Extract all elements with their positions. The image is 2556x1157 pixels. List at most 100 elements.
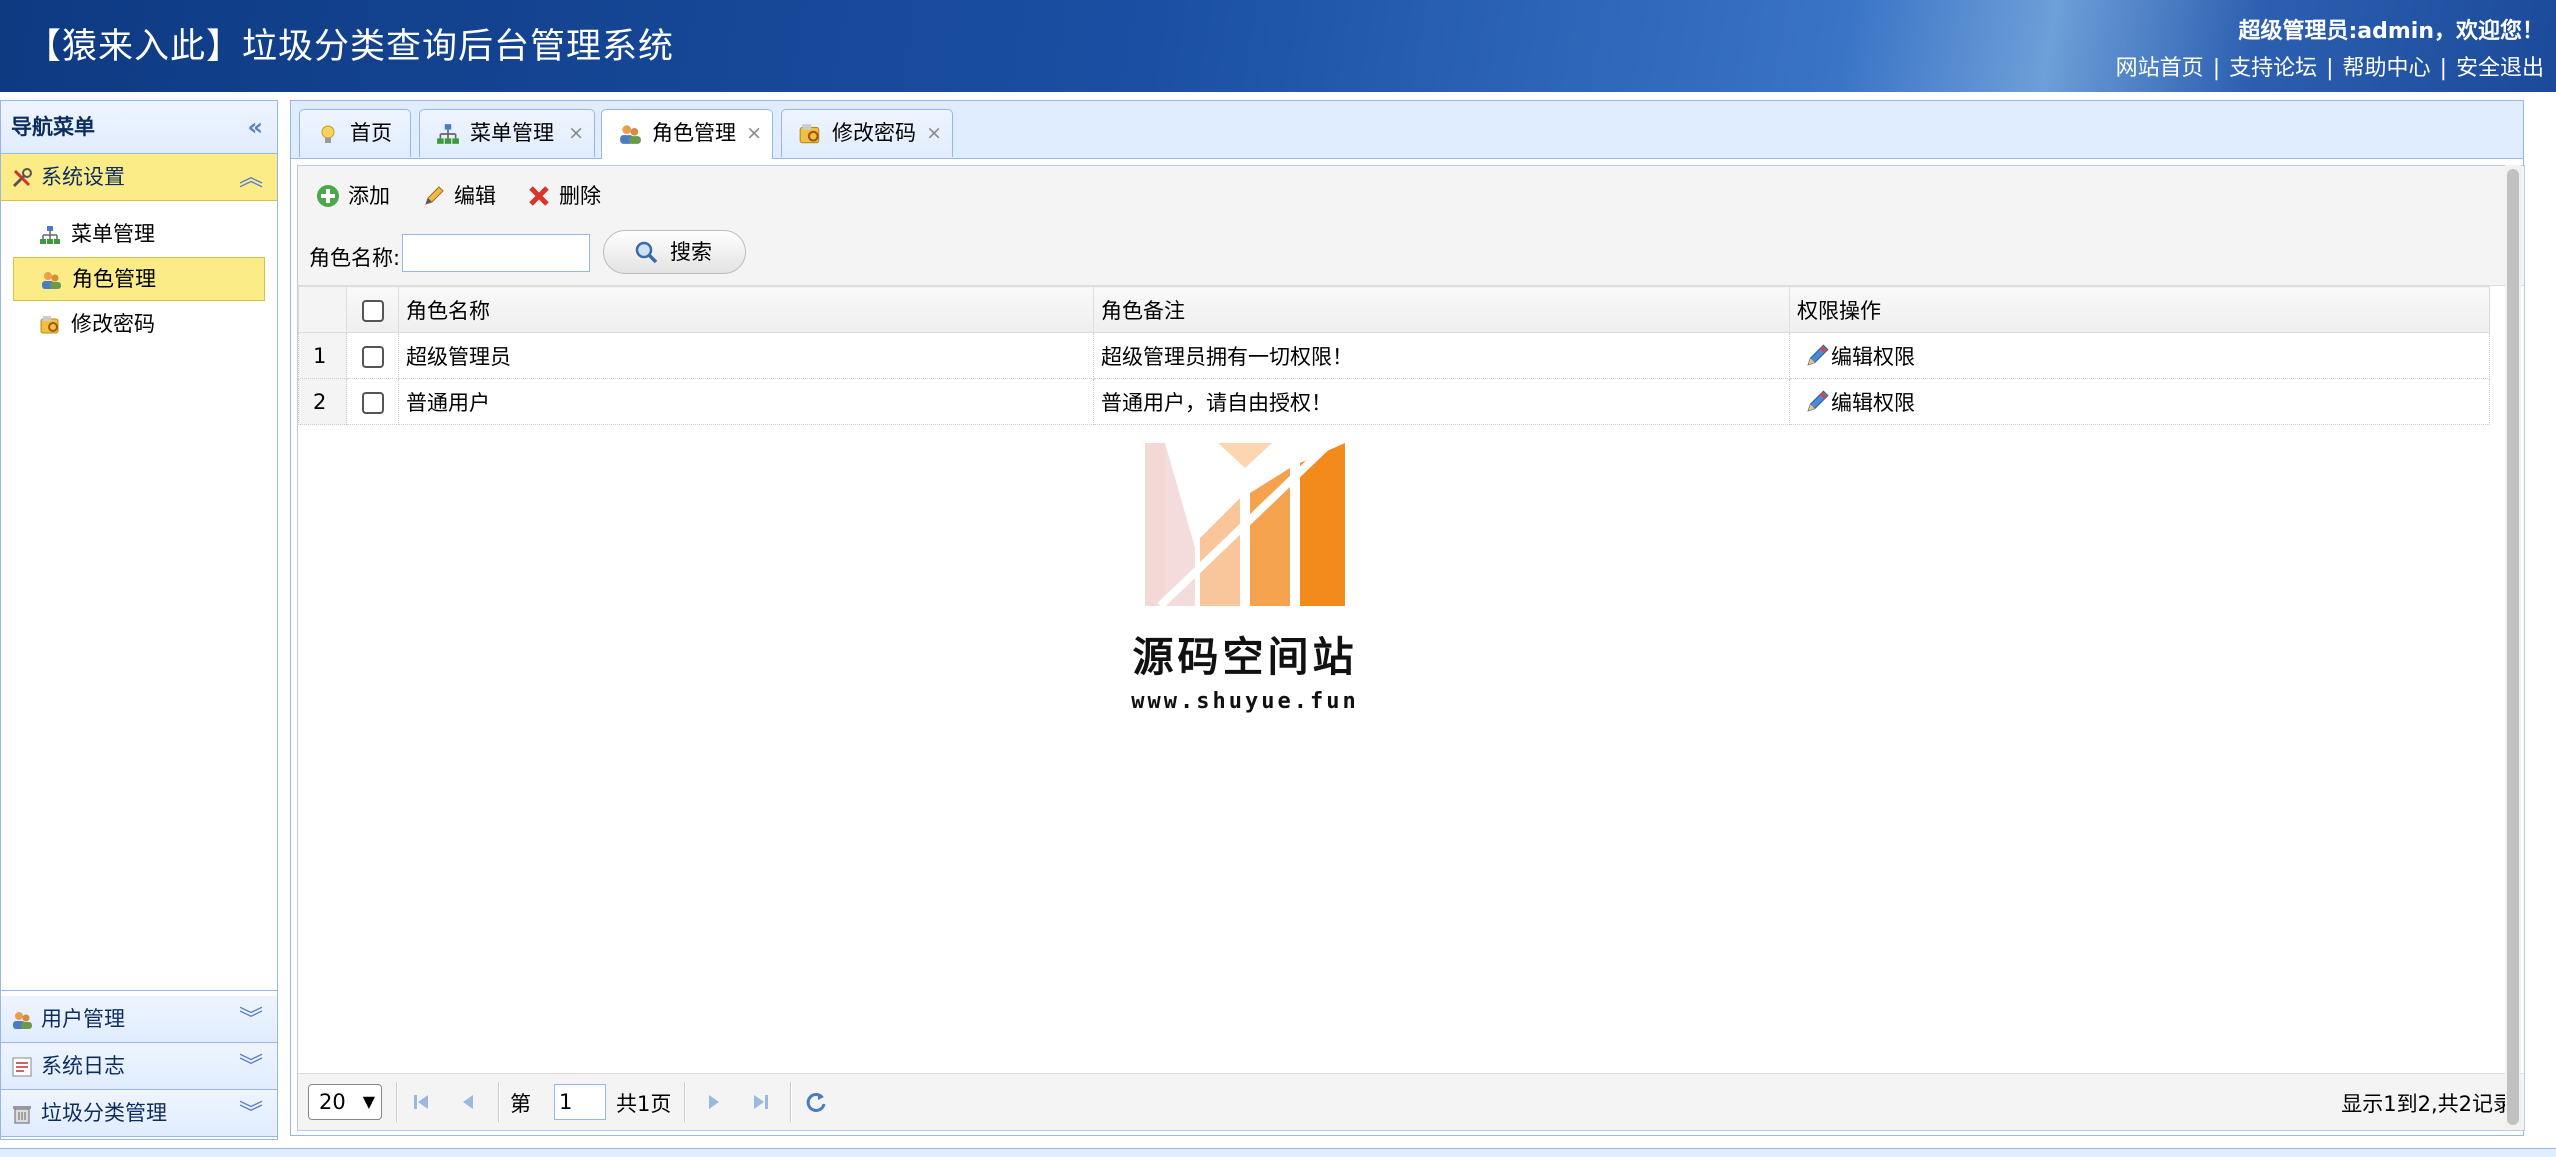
row-checkbox-cell <box>346 332 399 379</box>
page-size-value: 20 <box>319 1090 346 1114</box>
trash-icon <box>13 1106 31 1124</box>
watermark-title: 源码空间站 <box>1132 633 1358 681</box>
edit-permission-link[interactable]: 编辑权限 <box>1797 343 1915 369</box>
sitemap-icon <box>40 226 60 244</box>
select-all-cell <box>346 286 399 333</box>
lock-icon <box>40 316 59 334</box>
section-garbage-management[interactable]: 垃圾分类管理 ︾ <box>1 1090 277 1137</box>
sidebar-item-menu[interactable]: 菜单管理 <box>13 213 265 255</box>
search-icon <box>635 241 658 264</box>
chevron-up-icon[interactable]: ︽ <box>239 154 263 200</box>
chevron-down-icon[interactable]: ︾ <box>239 1090 263 1136</box>
record-info: 显示1到2,共2记录 <box>2341 1092 2514 1116</box>
role-name-input[interactable] <box>402 234 590 272</box>
page-total: 共1页 <box>616 1092 672 1116</box>
divider <box>396 1082 398 1122</box>
help-link[interactable]: 帮助中心 <box>2343 56 2431 81</box>
section-user-management[interactable]: 用户管理 ︾ <box>1 996 277 1043</box>
users-icon <box>620 125 641 144</box>
section-system-log[interactable]: 系统日志 ︾ <box>1 1043 277 1090</box>
prev-page-icon[interactable] <box>454 1088 482 1116</box>
row-number: 2 <box>298 378 347 425</box>
role-table: 角色名称 角色备注 权限操作 1 超级管理员 超级管理员拥有一切权限！ 编辑权限 <box>298 286 2490 425</box>
last-page-icon[interactable] <box>746 1088 774 1116</box>
tab-label: 首页 <box>350 121 392 145</box>
edit-permission-link[interactable]: 编辑权限 <box>1797 389 1915 415</box>
search-button[interactable]: 搜索 <box>603 230 746 274</box>
role-name-cell: 普通用户 <box>398 378 1094 425</box>
table-row[interactable]: 2 普通用户 普通用户，请自由授权！ 编辑权限 <box>298 378 2490 425</box>
section-label: 垃圾分类管理 <box>41 1101 167 1125</box>
column-header[interactable]: 角色备注 <box>1093 286 1790 333</box>
header-links: 网站首页 | 支持论坛 | 帮助中心 | 安全退出 <box>2115 56 2544 81</box>
page-size-select[interactable]: 20 ▼ <box>308 1084 382 1120</box>
delete-label: 删除 <box>559 184 601 208</box>
close-icon[interactable]: × <box>926 110 942 156</box>
row-number: 1 <box>298 332 347 379</box>
section-system-settings[interactable]: 系统设置 ︽ <box>1 154 277 201</box>
tab-label: 修改密码 <box>832 121 916 145</box>
log-icon <box>12 1057 32 1077</box>
first-page-icon[interactable] <box>408 1088 436 1116</box>
add-button[interactable]: 添加 <box>312 176 390 216</box>
section-label: 用户管理 <box>41 1007 125 1031</box>
edit-button[interactable]: 编辑 <box>418 176 496 216</box>
tab-password[interactable]: 修改密码 × <box>781 109 953 157</box>
tab-menu[interactable]: 菜单管理 × <box>419 109 595 157</box>
table-row[interactable]: 1 超级管理员 超级管理员拥有一切权限！ 编辑权限 <box>298 332 2490 379</box>
tab-home[interactable]: 首页 <box>299 109 411 157</box>
toolbar: 添加 编辑 删除 角色名称: 搜索 <box>298 166 2524 286</box>
pencil-icon <box>1807 389 1829 412</box>
watermark: 源码空间站 www.shuyue.fun <box>1120 438 1370 714</box>
sidebar-item-roles[interactable]: 角色管理 <box>13 257 265 301</box>
lock-icon <box>799 124 820 144</box>
sidebar-item-label: 角色管理 <box>72 267 156 291</box>
add-label: 添加 <box>348 184 390 208</box>
chevron-down-icon[interactable]: ︾ <box>239 996 263 1042</box>
column-header[interactable]: 权限操作 <box>1789 286 2490 333</box>
app-header: 【猿来入此】垃圾分类查询后台管理系统 超级管理员:admin，欢迎您！ 网站首页… <box>0 0 2556 92</box>
role-remark-cell: 超级管理员拥有一切权限！ <box>1093 332 1790 379</box>
rownum-header <box>298 286 347 333</box>
page-number-input[interactable]: 1 <box>554 1084 606 1120</box>
sidebar-item-password[interactable]: 修改密码 <box>13 303 265 345</box>
welcome-text: 超级管理员:admin，欢迎您！ <box>2238 19 2544 44</box>
logout-link[interactable]: 安全退出 <box>2456 56 2544 81</box>
next-page-icon[interactable] <box>700 1088 728 1116</box>
chevron-down-icon: ▼ <box>362 1092 375 1111</box>
system-title: 【猿来入此】垃圾分类查询后台管理系统 <box>26 27 675 67</box>
row-checkbox[interactable] <box>361 391 384 414</box>
row-checkbox[interactable] <box>361 345 384 368</box>
home-link[interactable]: 网站首页 <box>2116 56 2204 81</box>
close-icon[interactable]: × <box>746 110 762 156</box>
section-body: 菜单管理 角色管理 修改密码 <box>1 201 277 991</box>
scrollbar-thumb[interactable] <box>2507 169 2519 1125</box>
users-icon <box>42 272 61 289</box>
close-icon[interactable]: × <box>568 110 584 156</box>
forum-link[interactable]: 支持论坛 <box>2229 56 2317 81</box>
search-label: 角色名称: <box>309 246 401 270</box>
watermark-logo <box>1145 440 1345 609</box>
chevron-down-icon[interactable]: ︾ <box>239 1043 263 1089</box>
row-checkbox-cell <box>346 378 399 425</box>
pencil-icon <box>425 186 444 205</box>
tab-label: 角色管理 <box>652 121 736 145</box>
section-label: 系统日志 <box>41 1054 125 1078</box>
edit-permission-label: 编辑权限 <box>1831 344 1915 369</box>
main-area: 首页 菜单管理 × 角色管理 × 修改密码 × 添加 编辑 删除 角色名称: 搜… <box>290 100 2525 1136</box>
divider <box>790 1082 792 1122</box>
section-label: 系统设置 <box>41 165 125 189</box>
column-header[interactable]: 角色名称 <box>398 286 1094 333</box>
refresh-icon[interactable] <box>802 1088 830 1116</box>
tab-label: 菜单管理 <box>470 121 554 145</box>
action-cell: 编辑权限 <box>1789 378 2490 425</box>
tab-roles[interactable]: 角色管理 × <box>601 109 773 159</box>
tab-bar: 首页 菜单管理 × 角色管理 × 修改密码 × <box>291 101 2523 159</box>
delete-icon <box>529 186 549 206</box>
table-header-row: 角色名称 角色备注 权限操作 <box>298 286 2490 333</box>
select-all-checkbox[interactable] <box>361 299 384 322</box>
collapse-left-icon[interactable]: « <box>247 101 263 153</box>
divider <box>498 1082 500 1122</box>
vertical-scrollbar[interactable] <box>2505 165 2521 1129</box>
delete-button[interactable]: 删除 <box>523 176 601 216</box>
